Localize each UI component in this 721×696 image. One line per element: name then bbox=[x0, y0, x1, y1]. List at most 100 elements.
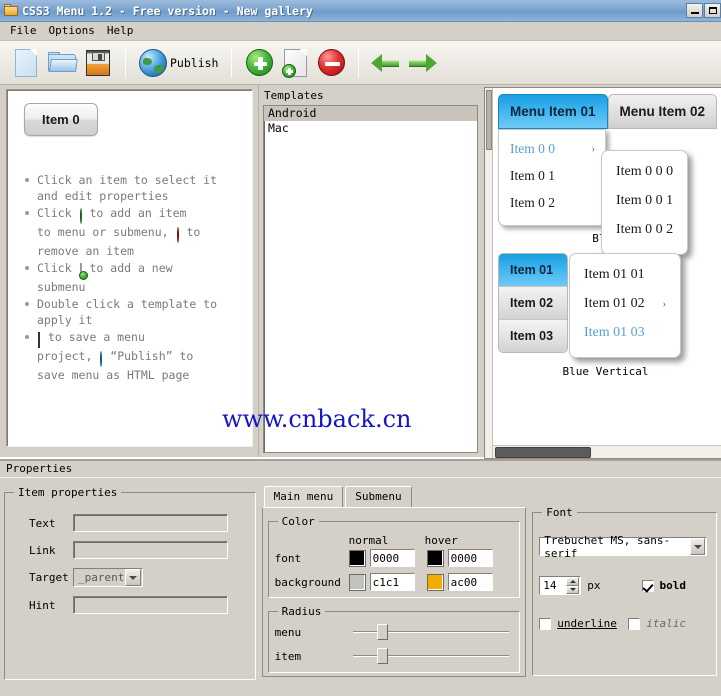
spin-up-icon[interactable] bbox=[566, 577, 580, 586]
underline-label: underline bbox=[557, 617, 617, 630]
add-item-button[interactable] bbox=[241, 45, 277, 81]
menu-file[interactable]: File bbox=[6, 23, 45, 39]
font-hover-hex[interactable]: 0000 bbox=[447, 549, 493, 567]
gallery-preview-panel[interactable]: Menu Item 01 Menu Item 02 Item 0 0 › Ite… bbox=[484, 87, 721, 459]
template-item-mac[interactable]: Mac bbox=[264, 121, 477, 136]
help-tip-4-line1: Double click a template to bbox=[37, 297, 218, 311]
radius-item-slider[interactable] bbox=[352, 648, 514, 664]
blue-submenu-float[interactable]: Item 0 0 0 Item 0 0 1 Item 0 0 2 bbox=[601, 150, 689, 255]
menu-style-tabstrip[interactable]: Main menu Submenu bbox=[263, 486, 527, 507]
window-controls[interactable] bbox=[685, 3, 721, 18]
target-field-label: Target bbox=[29, 571, 69, 584]
blue-dropdown[interactable]: Item 0 0 › Item 0 1 Item 0 2 bbox=[498, 129, 606, 226]
minimize-button[interactable] bbox=[686, 3, 703, 18]
menu-structure-panel[interactable]: Item 0 Click an item to select it and ed… bbox=[0, 85, 258, 457]
publish-label: Publish bbox=[170, 55, 219, 70]
blue-vertical-item-03[interactable]: Item 03 bbox=[499, 320, 567, 352]
blue-vertical-item-02[interactable]: Item 02 bbox=[499, 287, 567, 320]
window-title-bar[interactable]: CSS3 Menu 1.2 - Free version - New galle… bbox=[0, 0, 721, 22]
menu-structure-canvas[interactable]: Item 0 Click an item to select it and ed… bbox=[6, 89, 253, 447]
chevron-down-icon-font[interactable] bbox=[690, 538, 706, 555]
blue-vertical-submenu-item-01-03[interactable]: Item 01 03 › bbox=[570, 319, 680, 348]
move-right-button[interactable] bbox=[404, 45, 440, 81]
background-normal-swatch[interactable] bbox=[348, 573, 366, 591]
blue-menu-bar[interactable]: Menu Item 01 Menu Item 02 bbox=[498, 94, 721, 129]
gallery-demo-blue-vertical[interactable]: Item 01 Item 02 Item 03 Item 01 01 › Ite… bbox=[498, 253, 721, 365]
font-size-value: 14 bbox=[543, 579, 557, 592]
gallery-vertical-scrollbar[interactable] bbox=[485, 88, 493, 458]
publish-button[interactable]: Publish bbox=[135, 45, 222, 81]
help-tip-1: Click an item to select it and edit prop… bbox=[25, 172, 244, 204]
blue-submenu-item-0-0-1-label: Item 0 0 1 bbox=[616, 193, 674, 208]
blue-submenu-item-0-0-2[interactable]: Item 0 0 2 bbox=[602, 216, 687, 245]
hint-field-input[interactable] bbox=[73, 596, 228, 614]
add-submenu-button[interactable] bbox=[277, 45, 313, 81]
font-area: Font Trebuchet MS, sans-serif 14 px bold… bbox=[532, 486, 717, 680]
blue-vertical-submenu-item-01-02[interactable]: Item 01 02 › bbox=[570, 290, 680, 319]
blue-submenu-item-0-0-0[interactable]: Item 0 0 0 bbox=[602, 158, 687, 187]
template-item-android[interactable]: Android bbox=[264, 106, 477, 121]
save-button[interactable] bbox=[80, 45, 116, 81]
chevron-down-icon[interactable] bbox=[125, 569, 141, 586]
font-size-stepper[interactable]: 14 bbox=[539, 576, 582, 595]
gallery-demo-blue[interactable]: Menu Item 01 Menu Item 02 Item 0 0 › Ite… bbox=[498, 94, 721, 255]
italic-checkbox[interactable] bbox=[628, 617, 641, 630]
toolbar[interactable]: Publish bbox=[0, 41, 721, 85]
font-size-spin-buttons[interactable] bbox=[566, 577, 580, 594]
blue-tab-menu-item-01[interactable]: Menu Item 01 bbox=[498, 94, 608, 129]
color-legend: Color bbox=[281, 515, 315, 528]
blue-vertical-submenu[interactable]: Item 01 01 › Item 01 02 › Item 01 03 › bbox=[569, 253, 681, 358]
blue-tab-menu-item-02[interactable]: Menu Item 02 bbox=[607, 94, 718, 129]
bold-checkbox-row[interactable]: bold bbox=[641, 579, 687, 592]
bold-label: bold bbox=[659, 579, 687, 592]
underline-checkbox[interactable] bbox=[539, 617, 552, 630]
item-properties-legend: Item properties bbox=[18, 486, 118, 499]
tab-submenu[interactable]: Submenu bbox=[345, 486, 412, 507]
target-select[interactable]: _parent bbox=[73, 568, 143, 587]
move-left-button[interactable] bbox=[368, 45, 404, 81]
spin-down-icon[interactable] bbox=[566, 585, 580, 594]
radius-legend: Radius bbox=[281, 605, 322, 618]
bold-checkbox[interactable] bbox=[641, 579, 654, 592]
blue-dropdown-item-0-0[interactable]: Item 0 0 › bbox=[499, 136, 605, 163]
font-hover-swatch[interactable] bbox=[426, 549, 444, 567]
text-field-input[interactable] bbox=[73, 514, 228, 532]
tab-main-menu[interactable]: Main menu bbox=[263, 486, 344, 507]
properties-header-bar: Properties bbox=[0, 457, 721, 477]
open-button[interactable] bbox=[44, 45, 80, 81]
help-tip-5: to save a menu project, “Publish” to sav… bbox=[25, 329, 244, 383]
blue-vertical-submenu-item-01-01[interactable]: Item 01 01 › bbox=[570, 261, 680, 290]
italic-checkbox-row[interactable]: italic bbox=[628, 617, 686, 630]
background-hover-hex[interactable]: ac00 bbox=[447, 573, 493, 591]
blue-vertical-item-01[interactable]: Item 01 bbox=[499, 254, 567, 287]
font-normal-hex[interactable]: 0000 bbox=[369, 549, 415, 567]
blue-dropdown-item-0-1[interactable]: Item 0 1 bbox=[499, 163, 605, 190]
remove-item-button[interactable] bbox=[313, 45, 349, 81]
templates-panel: Templates Android Mac bbox=[258, 85, 484, 457]
underline-checkbox-row[interactable]: underline bbox=[539, 617, 617, 630]
font-normal-swatch[interactable] bbox=[348, 549, 366, 567]
menu-help[interactable]: Help bbox=[103, 23, 142, 39]
gallery-horizontal-scrollbar[interactable] bbox=[493, 445, 721, 458]
background-normal-hex[interactable]: c1c1 bbox=[369, 573, 415, 591]
font-group: Font Trebuchet MS, sans-serif 14 px bold… bbox=[532, 506, 717, 676]
menu-options[interactable]: Options bbox=[45, 23, 103, 39]
blue-vertical-bar[interactable]: Item 01 Item 02 Item 03 bbox=[498, 253, 568, 353]
help-tip-4: Double click a template to apply it bbox=[25, 296, 244, 328]
help-tip-5-b: project, bbox=[37, 349, 93, 363]
menu-bar[interactable]: File Options Help bbox=[0, 22, 721, 41]
gallery-hscroll-thumb[interactable] bbox=[495, 446, 591, 458]
background-hover-swatch[interactable] bbox=[426, 573, 444, 591]
toolbar-separator-2 bbox=[231, 47, 233, 78]
maximize-button[interactable] bbox=[704, 3, 721, 18]
gallery-vscroll-thumb[interactable] bbox=[486, 90, 492, 150]
edit-tool-group bbox=[241, 41, 349, 84]
radius-menu-slider[interactable] bbox=[352, 624, 514, 640]
templates-list[interactable]: Android Mac bbox=[263, 105, 478, 453]
menu-item-item0[interactable]: Item 0 bbox=[24, 103, 98, 136]
new-button[interactable] bbox=[8, 45, 44, 81]
link-field-input[interactable] bbox=[73, 541, 228, 559]
blue-dropdown-item-0-2[interactable]: Item 0 2 bbox=[499, 190, 605, 217]
blue-submenu-item-0-0-1[interactable]: Item 0 0 1 bbox=[602, 187, 687, 216]
font-family-select[interactable]: Trebuchet MS, sans-serif bbox=[539, 534, 708, 560]
